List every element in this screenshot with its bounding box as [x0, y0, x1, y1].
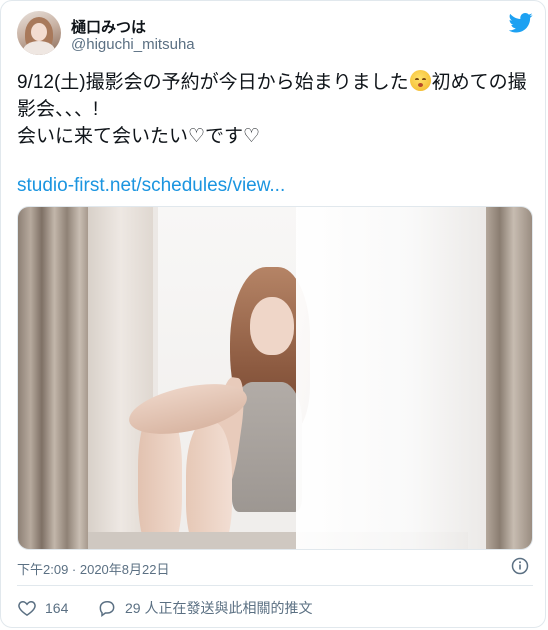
conversation-button[interactable]: 29 人正在發送與此相關的推文 — [97, 598, 312, 618]
tweet-link[interactable]: studio-first.net/schedules/view... — [17, 175, 285, 197]
like-button[interactable]: 164 — [17, 598, 68, 618]
tweet-photo[interactable] — [17, 206, 533, 550]
author-name[interactable]: 樋口みつは — [71, 16, 146, 37]
conversation-text: 29 人正在發送與此相關的推文 — [125, 600, 313, 616]
kissing-cat-emoji-icon — [409, 70, 431, 91]
tweet-header: 樋口みつは @higuchi_mitsuha — [17, 11, 533, 59]
author-handle[interactable]: @higuchi_mitsuha — [71, 36, 195, 53]
tweet-card: 樋口みつは @higuchi_mitsuha 9/12(土)撮影会の予約が今日か… — [0, 0, 546, 628]
avatar[interactable] — [17, 11, 61, 55]
info-icon[interactable] — [511, 557, 529, 575]
divider — [17, 585, 533, 586]
tweet-text: 9/12(土)撮影会の予約が今日から始まりました 初めての撮影会、、、! 会いに来… — [17, 70, 527, 147]
like-count: 164 — [45, 600, 69, 616]
twitter-bird-icon[interactable] — [509, 13, 533, 33]
heart-icon — [18, 600, 36, 616]
speech-bubble-icon — [99, 601, 115, 617]
tweet-timestamp[interactable]: 下午2:09 · 2020年8月22日 — [17, 559, 169, 578]
